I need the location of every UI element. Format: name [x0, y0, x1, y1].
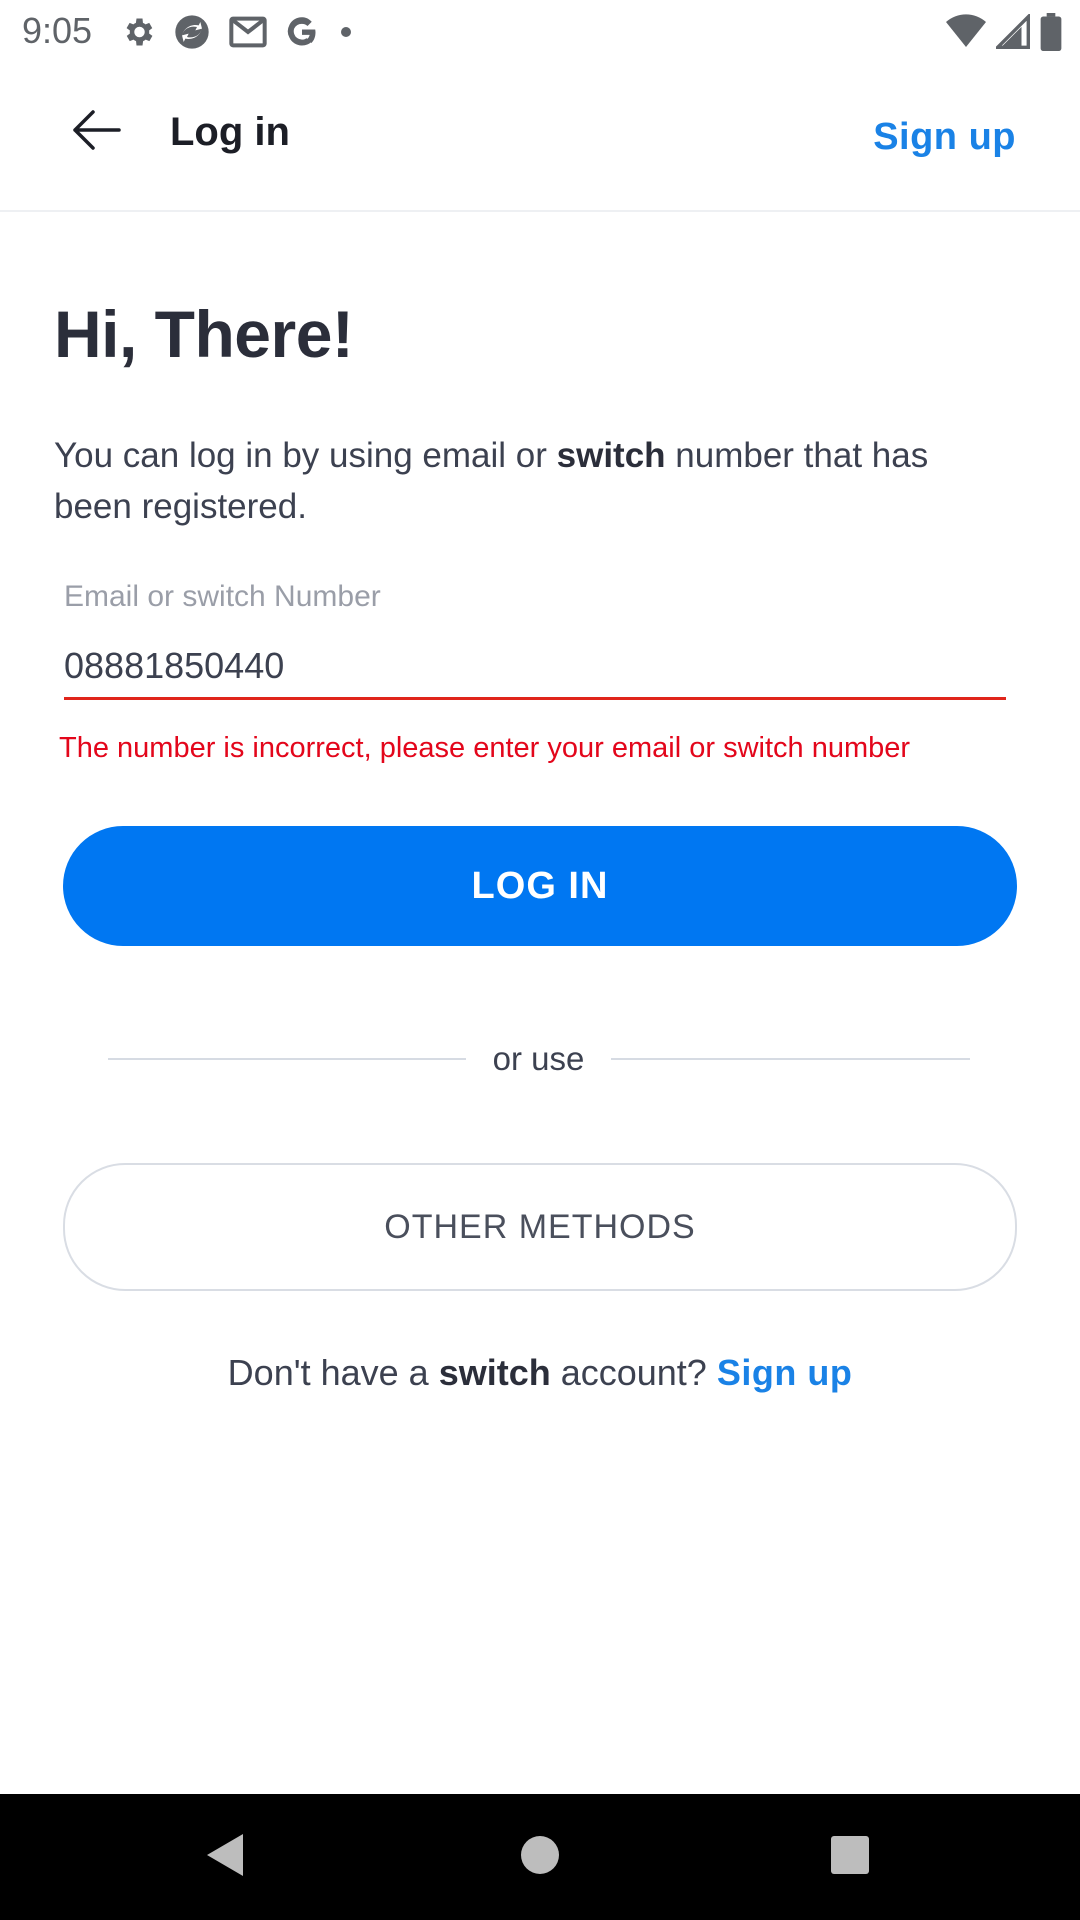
greeting-heading: Hi, There! — [54, 297, 354, 371]
login-button-label: LOG IN — [471, 864, 609, 907]
divider-line-left — [108, 1058, 466, 1060]
nav-recents-icon — [830, 1835, 870, 1880]
footer-prefix: Don't have a — [227, 1352, 439, 1393]
battery-icon — [1040, 13, 1062, 51]
nav-home-icon — [519, 1834, 561, 1881]
intro-text: You can log in by using email or switch … — [54, 430, 1014, 532]
gmail-icon — [228, 14, 268, 50]
system-icons — [946, 10, 1062, 54]
footer-brand: switch — [438, 1352, 551, 1393]
nav-back-icon — [205, 1832, 245, 1883]
arrow-left-icon — [71, 109, 121, 155]
back-button[interactable] — [58, 104, 134, 160]
google-icon — [284, 14, 320, 50]
or-use-divider: or use — [108, 1034, 970, 1084]
nav-home-button[interactable] — [505, 1822, 575, 1892]
email-or-number-input[interactable] — [64, 634, 1004, 698]
signup-link[interactable]: Sign up — [873, 116, 1016, 159]
intro-prefix: You can log in by using email or — [54, 436, 557, 475]
email-or-number-label: Email or switch Number — [64, 580, 381, 613]
page-title: Log in — [170, 110, 290, 154]
sync-app-icon — [172, 12, 212, 52]
status-time: 9:05 — [22, 10, 93, 51]
dot-icon — [336, 22, 356, 42]
notification-icons — [120, 12, 356, 52]
nav-back-button[interactable] — [190, 1822, 260, 1892]
nav-recents-button[interactable] — [815, 1822, 885, 1892]
field-error-message: The number is incorrect, please enter yo… — [59, 732, 911, 764]
wifi-icon — [946, 14, 986, 50]
app-bar: Log in Sign up — [0, 64, 1080, 212]
cell-signal-icon — [996, 14, 1030, 50]
signup-prompt: Don't have a switch account? Sign up — [0, 1352, 1080, 1394]
divider-line-right — [611, 1058, 970, 1060]
other-methods-button[interactable]: OTHER METHODS — [63, 1163, 1017, 1291]
intro-brand: switch — [556, 436, 666, 475]
other-methods-label: OTHER METHODS — [384, 1207, 696, 1246]
gear-icon — [120, 14, 156, 50]
system-nav-bar — [0, 1794, 1080, 1920]
footer-signup-link[interactable]: Sign up — [717, 1352, 852, 1393]
status-bar: 9:05 — [0, 0, 1080, 64]
footer-middle: account? — [550, 1352, 717, 1393]
login-screen: 9:05 Log in Sign up Hi, There! You can l… — [0, 0, 1080, 1920]
login-button[interactable]: LOG IN — [63, 826, 1017, 946]
field-underline — [64, 697, 1006, 700]
divider-text: or use — [492, 1040, 585, 1077]
